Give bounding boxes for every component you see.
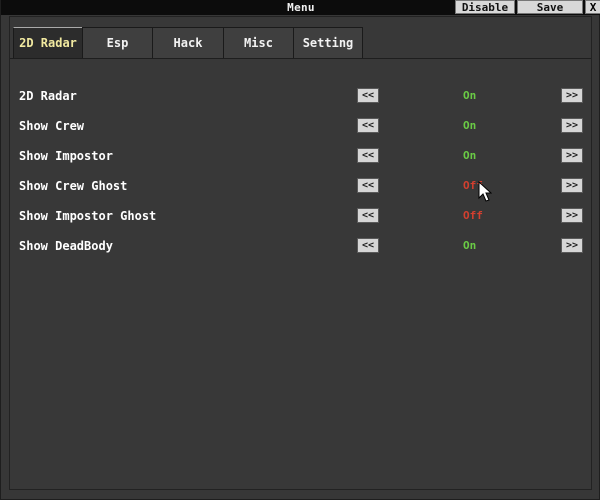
prev-button[interactable]: << xyxy=(357,208,379,223)
next-button[interactable]: >> xyxy=(561,208,583,223)
tab-2d-radar[interactable]: 2D Radar xyxy=(13,27,83,58)
tab-esp[interactable]: Esp xyxy=(82,27,153,58)
option-label: Show Impostor Ghost xyxy=(19,209,157,223)
tab-content-2d-radar: 2D Radar << On >> Show Crew << On >> Sho… xyxy=(10,58,591,490)
option-row-show-crew: Show Crew << On >> xyxy=(19,118,584,134)
save-button[interactable]: Save xyxy=(517,0,583,14)
menu-window: Menu Disable Save X 2D Radar Esp Hack Mi… xyxy=(0,0,600,500)
option-state: Off xyxy=(463,209,483,222)
title-bar[interactable]: Menu Disable Save X xyxy=(1,0,600,15)
tab-bar: 2D Radar Esp Hack Misc Setting xyxy=(13,27,363,58)
next-button[interactable]: >> xyxy=(561,88,583,103)
option-label: Show Impostor xyxy=(19,149,113,163)
close-button[interactable]: X xyxy=(585,0,600,14)
tab-misc[interactable]: Misc xyxy=(223,27,294,58)
mouse-cursor-icon xyxy=(478,181,492,202)
tab-hack[interactable]: Hack xyxy=(152,27,224,58)
option-row-show-impostor: Show Impostor << On >> xyxy=(19,148,584,164)
prev-button[interactable]: << xyxy=(357,148,379,163)
option-state: On xyxy=(463,119,477,132)
disable-button[interactable]: Disable xyxy=(455,0,515,14)
prev-button[interactable]: << xyxy=(357,178,379,193)
prev-button[interactable]: << xyxy=(357,88,379,103)
next-button[interactable]: >> xyxy=(561,148,583,163)
next-button[interactable]: >> xyxy=(561,238,583,253)
option-label: Show DeadBody xyxy=(19,239,113,253)
menu-panel: 2D Radar Esp Hack Misc Setting 2D Radar … xyxy=(9,16,592,490)
option-row-show-deadbody: Show DeadBody << On >> xyxy=(19,238,584,254)
next-button[interactable]: >> xyxy=(561,118,583,133)
option-label: Show Crew Ghost xyxy=(19,179,128,193)
option-state: On xyxy=(463,239,477,252)
option-row-2d-radar: 2D Radar << On >> xyxy=(19,88,584,104)
option-state: On xyxy=(463,89,477,102)
option-label: 2D Radar xyxy=(19,89,77,103)
prev-button[interactable]: << xyxy=(357,118,379,133)
option-label: Show Crew xyxy=(19,119,85,133)
option-row-show-crew-ghost: Show Crew Ghost << Off >> xyxy=(19,178,584,194)
next-button[interactable]: >> xyxy=(561,178,583,193)
prev-button[interactable]: << xyxy=(357,238,379,253)
tab-setting[interactable]: Setting xyxy=(293,27,363,58)
option-state: On xyxy=(463,149,477,162)
option-row-show-impostor-ghost: Show Impostor Ghost << Off >> xyxy=(19,208,584,224)
